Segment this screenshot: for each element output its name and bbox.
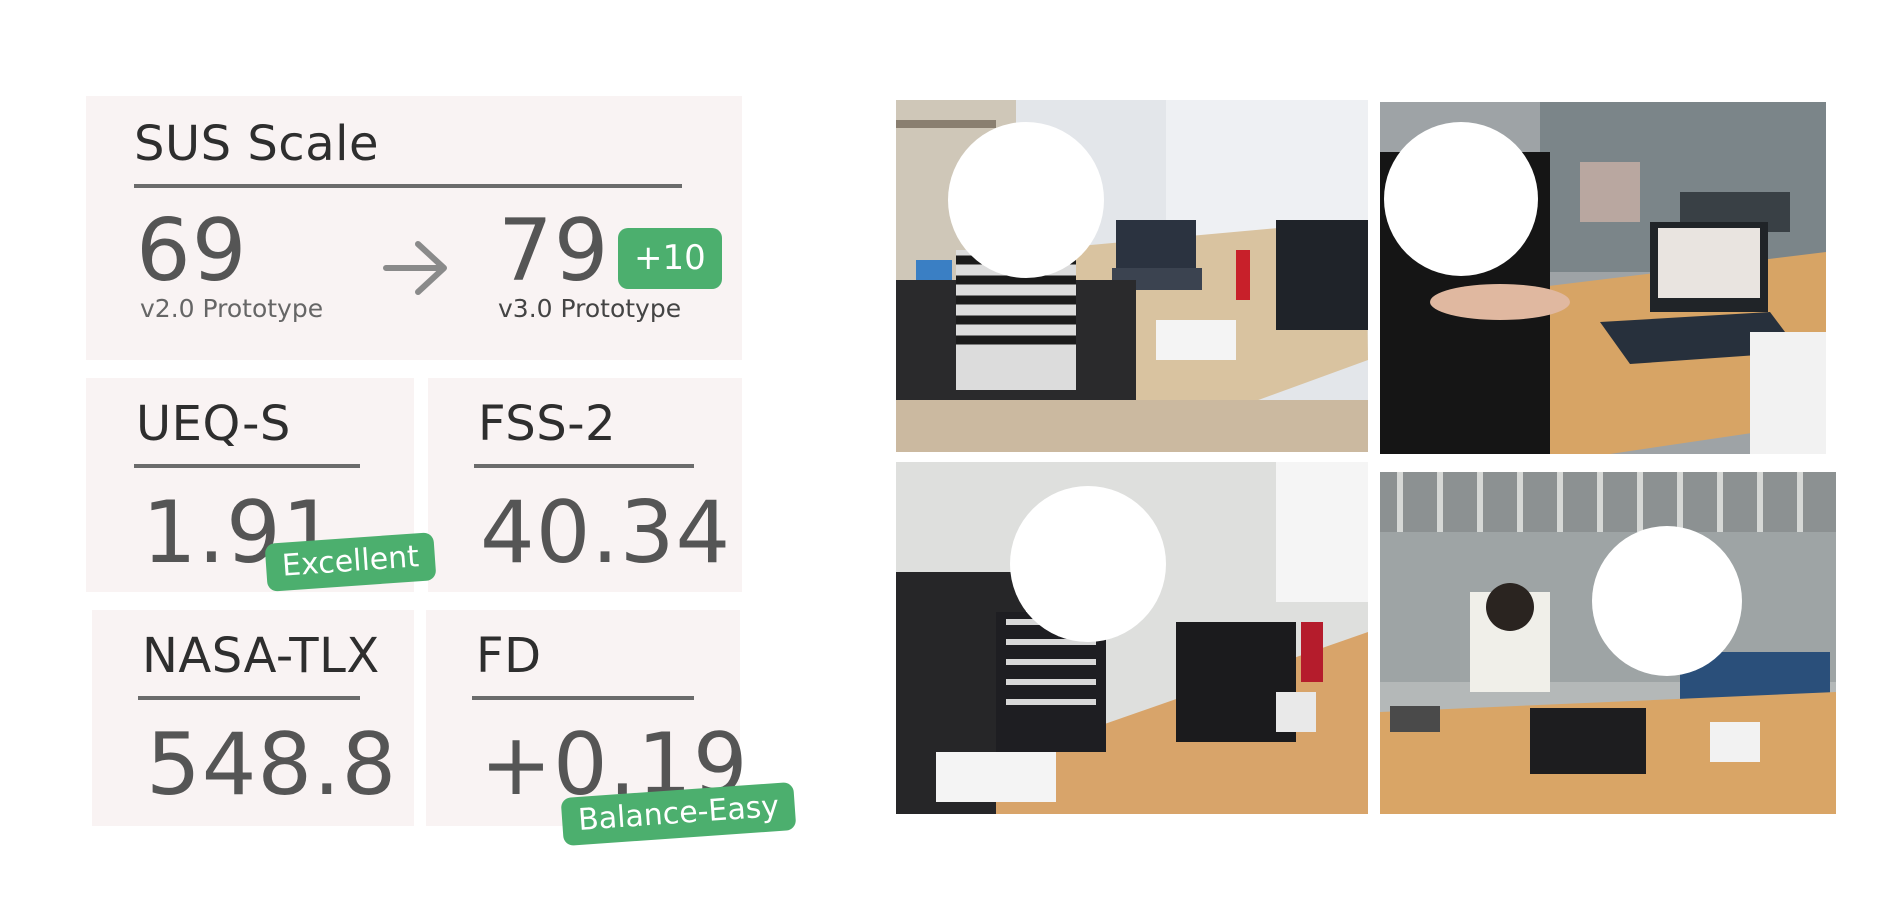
nasa-card: NASA-TLX 548.8 <box>92 610 414 826</box>
fd-title-rule <box>472 696 694 700</box>
fss-title: FSS-2 <box>478 396 617 452</box>
test-session-photo-1 <box>896 100 1368 452</box>
fss-card: FSS-2 40.34 <box>428 378 742 592</box>
sus-delta-badge: +10 <box>618 228 722 289</box>
nasa-title-rule <box>138 696 360 700</box>
nasa-title: NASA-TLX <box>142 628 380 684</box>
test-session-photo-3 <box>896 462 1368 814</box>
face-blur-circle <box>1384 122 1538 276</box>
ueq-title: UEQ-S <box>136 396 291 452</box>
sus-title-rule <box>134 184 682 188</box>
fss-title-rule <box>474 464 694 468</box>
sus-before-value: 69 <box>136 201 248 301</box>
face-blur-circle <box>1592 526 1742 676</box>
face-blur-circle <box>1010 486 1166 642</box>
face-blur-circle <box>948 122 1104 278</box>
test-session-photo-4 <box>1380 472 1836 814</box>
sus-after-value: 79 <box>498 201 610 301</box>
fd-title: FD <box>476 628 542 684</box>
sus-card: SUS Scale 69 v2.0 Prototype 79 v3.0 Prot… <box>86 96 742 360</box>
arrow-right-icon <box>383 241 447 295</box>
fss-value: 40.34 <box>480 483 732 583</box>
sus-before-label: v2.0 Prototype <box>140 294 324 323</box>
sus-after-label: v3.0 Prototype <box>498 294 682 323</box>
test-session-photo-2 <box>1380 102 1826 454</box>
nasa-value: 548.8 <box>146 715 398 815</box>
sus-title: SUS Scale <box>134 116 379 172</box>
ueq-title-rule <box>134 464 360 468</box>
